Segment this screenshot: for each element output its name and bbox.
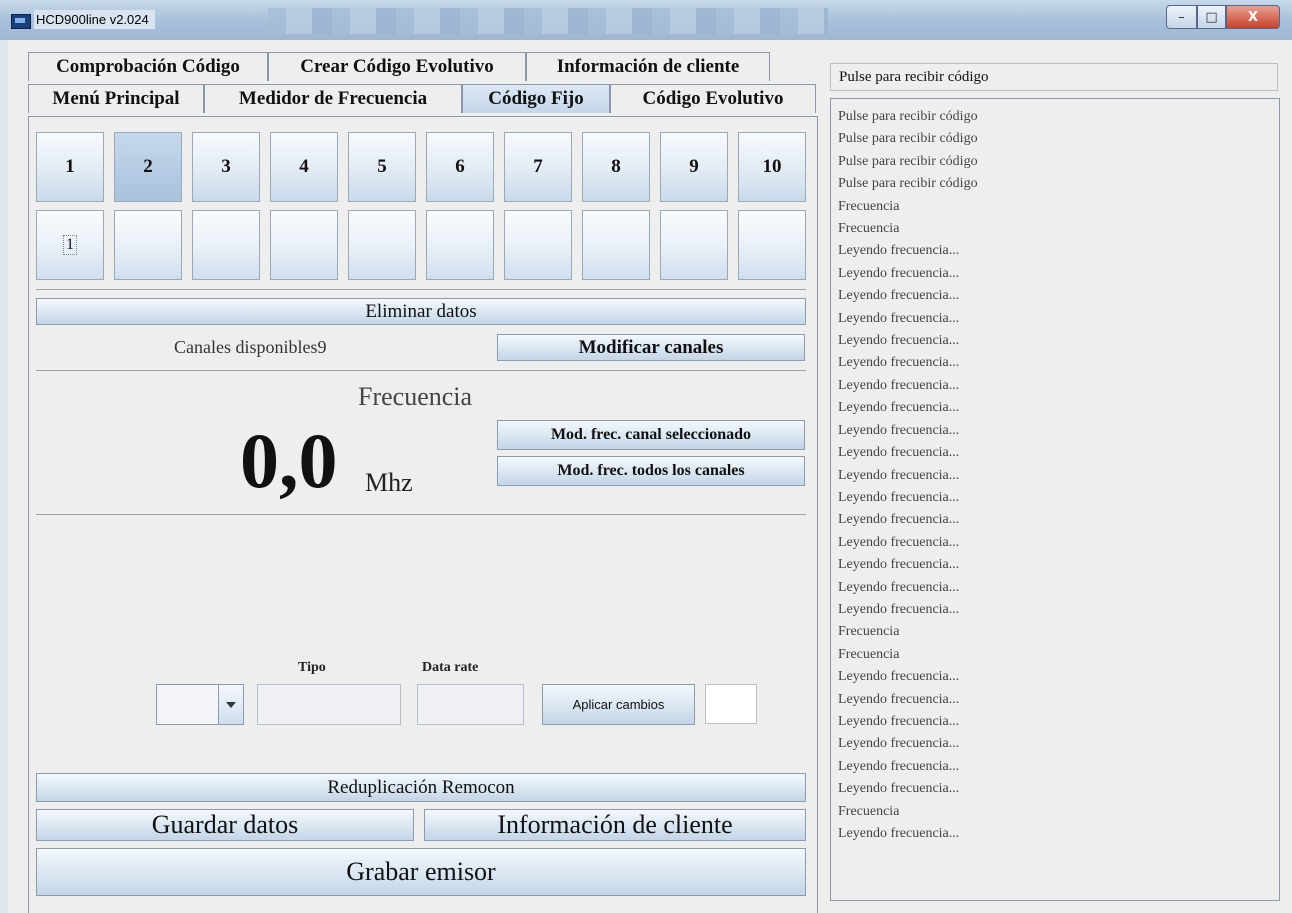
tipo-label: Tipo <box>298 660 326 675</box>
log-line: Leyendo frecuencia... <box>838 445 960 461</box>
log-line: Leyendo frecuencia... <box>838 512 960 528</box>
log-line: Pulse para recibir código <box>838 131 978 147</box>
channel-value-5[interactable] <box>348 210 416 280</box>
log-line: Leyendo frecuencia... <box>838 243 960 259</box>
tab-crear-codigo-evolutivo[interactable]: Crear Código Evolutivo <box>268 52 526 81</box>
channel-button-10[interactable]: 10 <box>738 132 806 202</box>
channel-value-2[interactable] <box>114 210 182 280</box>
tab-row-top: Comprobación Código Crear Código Evoluti… <box>28 52 770 83</box>
left-panel: Comprobación Código Crear Código Evoluti… <box>8 40 826 913</box>
log-line: Frecuencia <box>838 624 900 640</box>
window-controls: – □ X <box>1166 5 1284 29</box>
log-line: Leyendo frecuencia... <box>838 400 960 416</box>
status-indicator-box <box>705 684 757 724</box>
title-bar-blur <box>268 8 828 34</box>
informacion-cliente-button[interactable]: Información de cliente <box>424 809 806 841</box>
reduplicacion-remocon-button[interactable]: Reduplicación Remocon <box>36 773 806 802</box>
tab-informacion-cliente[interactable]: Información de cliente <box>526 52 770 81</box>
log-line: Leyendo frecuencia... <box>838 736 960 752</box>
log-area[interactable]: Pulse para recibir código Pulse para rec… <box>830 98 1280 901</box>
log-line: Leyendo frecuencia... <box>838 288 960 304</box>
log-line: Pulse para recibir código <box>838 176 978 192</box>
data-rate-field[interactable] <box>417 684 524 725</box>
channel-button-2[interactable]: 2 <box>114 132 182 202</box>
channel-value-7[interactable] <box>504 210 572 280</box>
log-line: Leyendo frecuencia... <box>838 691 960 707</box>
channel-value-text: 1 <box>63 235 77 255</box>
channel-value-1[interactable]: 1 <box>36 210 104 280</box>
divider <box>36 370 806 371</box>
channel-button-9[interactable]: 9 <box>660 132 728 202</box>
log-line: Leyendo frecuencia... <box>838 669 960 685</box>
log-line: Leyendo frecuencia... <box>838 422 960 438</box>
mod-frec-canal-seleccionado-button[interactable]: Mod. frec. canal seleccionado <box>497 420 805 450</box>
log-line: Leyendo frecuencia... <box>838 377 960 393</box>
log-line: Leyendo frecuencia... <box>838 467 960 483</box>
log-line: Frecuencia <box>838 803 900 819</box>
log-line: Frecuencia <box>838 221 900 237</box>
frecuencia-label: Frecuencia <box>358 382 473 411</box>
log-line: Frecuencia <box>838 198 900 214</box>
channel-button-6[interactable]: 6 <box>426 132 494 202</box>
log-line: Leyendo frecuencia... <box>838 758 960 774</box>
log-line: Leyendo frecuencia... <box>838 579 960 595</box>
tab-row-bottom: Menú Principal Medidor de Frecuencia Cód… <box>28 84 816 115</box>
channel-value-6[interactable] <box>426 210 494 280</box>
data-rate-label: Data rate <box>422 660 479 675</box>
log-line: Leyendo frecuencia... <box>838 333 960 349</box>
chevron-down-icon[interactable] <box>218 685 243 724</box>
frecuencia-value: 0,0 <box>240 417 338 504</box>
maximize-button[interactable]: □ <box>1197 5 1226 29</box>
tab-comprobacion-codigo[interactable]: Comprobación Código <box>28 52 268 81</box>
frecuencia-unit: Mhz <box>365 468 413 497</box>
log-line: Leyendo frecuencia... <box>838 601 960 617</box>
tipo-field[interactable] <box>257 684 401 725</box>
channel-button-1[interactable]: 1 <box>36 132 104 202</box>
log-line: Leyendo frecuencia... <box>838 489 960 505</box>
tab-menu-principal[interactable]: Menú Principal <box>28 84 204 113</box>
channel-button-7[interactable]: 7 <box>504 132 572 202</box>
channel-value-8[interactable] <box>582 210 650 280</box>
channel-button-8[interactable]: 8 <box>582 132 650 202</box>
mode-select[interactable] <box>156 684 244 725</box>
canales-disponibles-label: Canales disponibles9 <box>174 337 327 357</box>
aplicar-cambios-button[interactable]: Aplicar cambios <box>542 684 695 725</box>
grabar-emisor-button[interactable]: Grabar emisor <box>36 848 806 896</box>
app-icon <box>11 14 31 29</box>
receive-code-header[interactable]: Pulse para recibir código <box>830 63 1278 91</box>
close-button[interactable]: X <box>1226 5 1280 29</box>
log-line: Pulse para recibir código <box>838 109 978 124</box>
client-area: Comprobación Código Crear Código Evoluti… <box>8 40 1292 913</box>
channel-value-3[interactable] <box>192 210 260 280</box>
log-line: Leyendo frecuencia... <box>838 310 960 326</box>
channel-value-4[interactable] <box>270 210 338 280</box>
channel-button-5[interactable]: 5 <box>348 132 416 202</box>
tab-medidor-frecuencia[interactable]: Medidor de Frecuencia <box>204 84 462 113</box>
channel-button-3[interactable]: 3 <box>192 132 260 202</box>
guardar-datos-button[interactable]: Guardar datos <box>36 809 414 841</box>
channel-button-4[interactable]: 4 <box>270 132 338 202</box>
channel-value-10[interactable] <box>738 210 806 280</box>
log-line: Pulse para recibir código <box>838 153 978 169</box>
log-line: Leyendo frecuencia... <box>838 713 960 729</box>
tab-codigo-fijo[interactable]: Código Fijo <box>462 84 610 113</box>
divider <box>36 289 806 290</box>
divider <box>36 514 806 515</box>
log-line: Leyendo frecuencia... <box>838 534 960 550</box>
window-title: HCD900line v2.024 <box>34 10 155 29</box>
log-line: Leyendo frecuencia... <box>838 557 960 573</box>
tab-codigo-evolutivo[interactable]: Código Evolutivo <box>610 84 816 113</box>
eliminar-datos-button[interactable]: Eliminar datos <box>36 298 806 325</box>
mod-frec-todos-canales-button[interactable]: Mod. frec. todos los canales <box>497 456 805 486</box>
minimize-button[interactable]: – <box>1166 5 1197 29</box>
title-bar: HCD900line v2.024 – □ X <box>0 0 1292 40</box>
log-line: Leyendo frecuencia... <box>838 355 960 371</box>
log-line: Leyendo frecuencia... <box>838 781 960 797</box>
log-line: Leyendo frecuencia... <box>838 265 960 281</box>
modificar-canales-button[interactable]: Modificar canales <box>497 334 805 361</box>
log-line: Frecuencia <box>838 646 900 662</box>
channel-value-9[interactable] <box>660 210 728 280</box>
log-line: Leyendo frecuencia... <box>838 826 960 841</box>
